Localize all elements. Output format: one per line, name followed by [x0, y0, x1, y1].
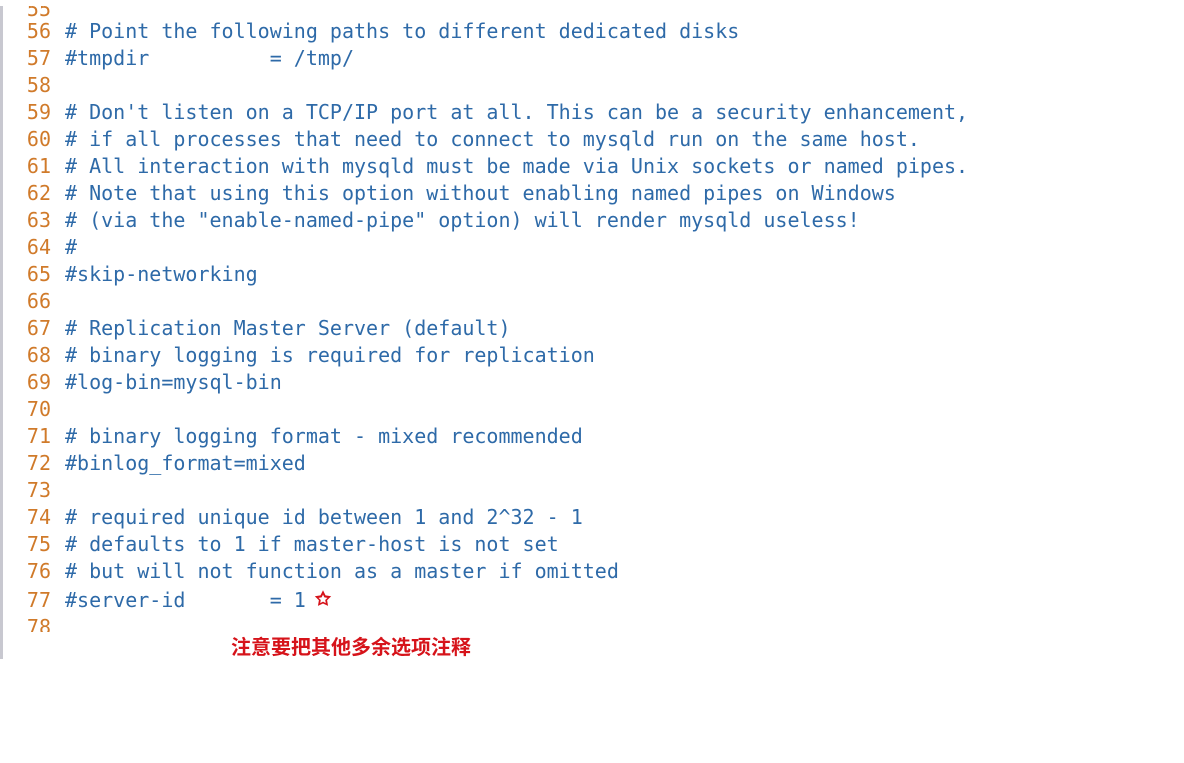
line-number: 65: [11, 261, 51, 288]
code-line: 64 #: [0, 234, 1184, 261]
line-number: 68: [11, 342, 51, 369]
line-number: 71: [11, 423, 51, 450]
code-line: 59 # Don't listen on a TCP/IP port at all…: [0, 99, 1184, 126]
code-line: 68 # binary logging is required for repli…: [0, 342, 1184, 369]
code-line: 76 # but will not function as a master if…: [0, 558, 1184, 585]
code-text: # Don't listen on a TCP/IP port at all. …: [65, 99, 968, 126]
code-line: 77 #server-id = 1: [0, 585, 1184, 614]
line-number: 61: [11, 153, 51, 180]
code-line: 62 # Note that using this option without …: [0, 180, 1184, 207]
line-number: 69: [11, 369, 51, 396]
code-text: # Note that using this option without en…: [65, 180, 896, 207]
code-text: # binary logging format - mixed recommen…: [65, 423, 583, 450]
code-text: #server-id = 1: [65, 587, 306, 614]
code-line: 78: [0, 614, 1184, 632]
code-line: 65 #skip-networking: [0, 261, 1184, 288]
code-line: 70: [0, 396, 1184, 423]
line-number: 56: [11, 18, 51, 45]
code-text: #tmpdir = /tmp/: [65, 45, 354, 72]
line-number: 55: [11, 6, 51, 18]
line-number: 70: [11, 396, 51, 423]
code-line: 55: [0, 6, 1184, 18]
code-text: # if all processes that need to connect …: [65, 126, 920, 153]
code-line: 71 # binary logging format - mixed recomm…: [0, 423, 1184, 450]
code-text: # binary logging is required for replica…: [65, 342, 595, 369]
code-line: 60 # if all processes that need to connec…: [0, 126, 1184, 153]
line-number: 77: [11, 587, 51, 614]
line-number: 66: [11, 288, 51, 315]
annotation-row: 注意要把其他多余选项注释: [0, 632, 1184, 659]
code-text: #: [65, 234, 77, 261]
code-line: 66: [0, 288, 1184, 315]
code-text: # defaults to 1 if master-host is not se…: [65, 531, 559, 558]
code-line: 73: [0, 477, 1184, 504]
code-line: 67 # Replication Master Server (default): [0, 315, 1184, 342]
line-number: 75: [11, 531, 51, 558]
code-line: 63 # (via the "enable-named-pipe" option)…: [0, 207, 1184, 234]
line-number: 72: [11, 450, 51, 477]
code-line: 57 #tmpdir = /tmp/: [0, 45, 1184, 72]
code-text: # but will not function as a master if o…: [65, 558, 619, 585]
code-line: 61 # All interaction with mysqld must be …: [0, 153, 1184, 180]
line-number: 62: [11, 180, 51, 207]
line-number: 74: [11, 504, 51, 531]
code-text: #skip-networking: [65, 261, 258, 288]
code-line: 74 # required unique id between 1 and 2^3…: [0, 504, 1184, 531]
line-number: 58: [11, 72, 51, 99]
code-editor: 5556 # Point the following paths to diffe…: [0, 0, 1184, 679]
line-number: 60: [11, 126, 51, 153]
annotation-text: 注意要把其他多余选项注释: [231, 632, 471, 659]
code-text: # (via the "enable-named-pipe" option) w…: [65, 207, 860, 234]
code-text: # Point the following paths to different…: [65, 18, 739, 45]
line-number: 67: [11, 315, 51, 342]
line-number: 63: [11, 207, 51, 234]
code-line: 56 # Point the following paths to differe…: [0, 18, 1184, 45]
code-text: # All interaction with mysqld must be ma…: [65, 153, 968, 180]
code-text: # Replication Master Server (default): [65, 315, 511, 342]
line-number: 64: [11, 234, 51, 261]
code-line: 72 #binlog_format=mixed: [0, 450, 1184, 477]
star-icon: [312, 588, 334, 610]
code-line: 69 #log-bin=mysql-bin: [0, 369, 1184, 396]
line-number: 59: [11, 99, 51, 126]
code-line: 58: [0, 72, 1184, 99]
line-number: 57: [11, 45, 51, 72]
code-text: #binlog_format=mixed: [65, 450, 306, 477]
code-text: # required unique id between 1 and 2^32 …: [65, 504, 583, 531]
line-number: 76: [11, 558, 51, 585]
line-number: 73: [11, 477, 51, 504]
code-text: #log-bin=mysql-bin: [65, 369, 282, 396]
line-number: 78: [11, 614, 51, 632]
code-line: 75 # defaults to 1 if master-host is not …: [0, 531, 1184, 558]
